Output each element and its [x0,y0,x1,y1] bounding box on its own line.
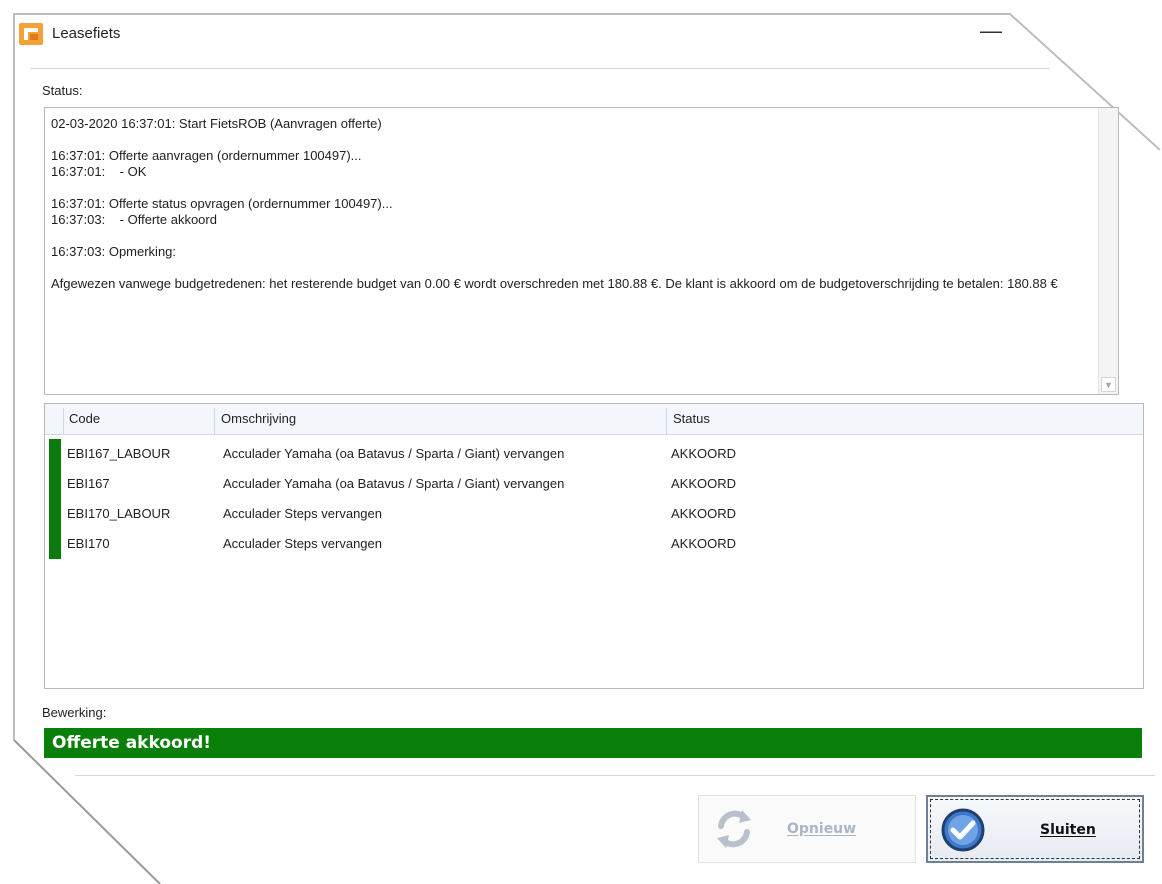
row-indicator-header [49,408,64,434]
items-grid[interactable]: Code Omschrijving Status EBI167_LABOUR A… [44,403,1144,689]
window-title: Leasefiets [52,25,121,42]
column-header-status[interactable]: Status [667,408,1141,434]
close-button-label: Sluiten [1040,822,1096,838]
refresh-icon [717,810,751,848]
table-row[interactable]: EBI167_LABOUR Acculader Yamaha (oa Batav… [45,439,1143,469]
table-row[interactable]: EBI167 Acculader Yamaha (oa Batavus / Sp… [45,469,1143,499]
retry-button-label: Opnieuw [787,821,857,837]
title-bar: Leasefiets — [18,18,1058,60]
grid-header: Code Omschrijving Status [45,404,1143,435]
bottom-separator [75,775,1155,776]
cell-code: EBI170_LABOUR [67,506,171,521]
cell-omschrijving: Acculader Steps vervangen [223,506,382,521]
status-log-text: 02-03-2020 16:37:01: Start FietsROB (Aan… [51,116,1058,291]
row-status-marker [49,439,61,469]
status-log-box[interactable]: 02-03-2020 16:37:01: Start FietsROB (Aan… [44,107,1119,395]
row-status-marker [49,529,61,559]
cell-status: AKKOORD [671,506,737,521]
leasefiets-app-icon [19,23,43,45]
result-status-bar: Offerte akkoord! [44,728,1142,758]
checkmark-icon [941,808,985,852]
row-status-marker [49,499,61,529]
cell-omschrijving: Acculader Yamaha (oa Batavus / Sparta / … [223,476,565,491]
table-row[interactable]: EBI170 Acculader Steps vervangen AKKOORD [45,529,1143,559]
cell-status: AKKOORD [671,476,737,491]
column-header-code[interactable]: Code [63,408,215,434]
cell-status: AKKOORD [671,446,737,461]
cell-code: EBI170 [67,536,110,551]
column-header-omschrijving[interactable]: Omschrijving [215,408,667,434]
cell-code: EBI167 [67,476,110,491]
cell-omschrijving: Acculader Yamaha (oa Batavus / Sparta / … [223,446,565,461]
title-separator [30,68,1050,69]
status-scrollbar[interactable]: ▼ [1098,108,1118,394]
cell-status: AKKOORD [671,536,737,551]
minimize-button[interactable]: — [976,18,1006,48]
cell-code: EBI167_LABOUR [67,446,171,461]
status-label: Status: [42,83,83,98]
scroll-down-arrow-icon[interactable]: ▼ [1101,377,1116,392]
retry-button[interactable]: Opnieuw [698,795,916,863]
table-row[interactable]: EBI170_LABOUR Acculader Steps vervangen … [45,499,1143,529]
bewerking-label: Bewerking: [42,705,107,720]
close-button[interactable]: Sluiten [926,795,1144,863]
row-status-marker [49,469,61,499]
cell-omschrijving: Acculader Steps vervangen [223,536,382,551]
